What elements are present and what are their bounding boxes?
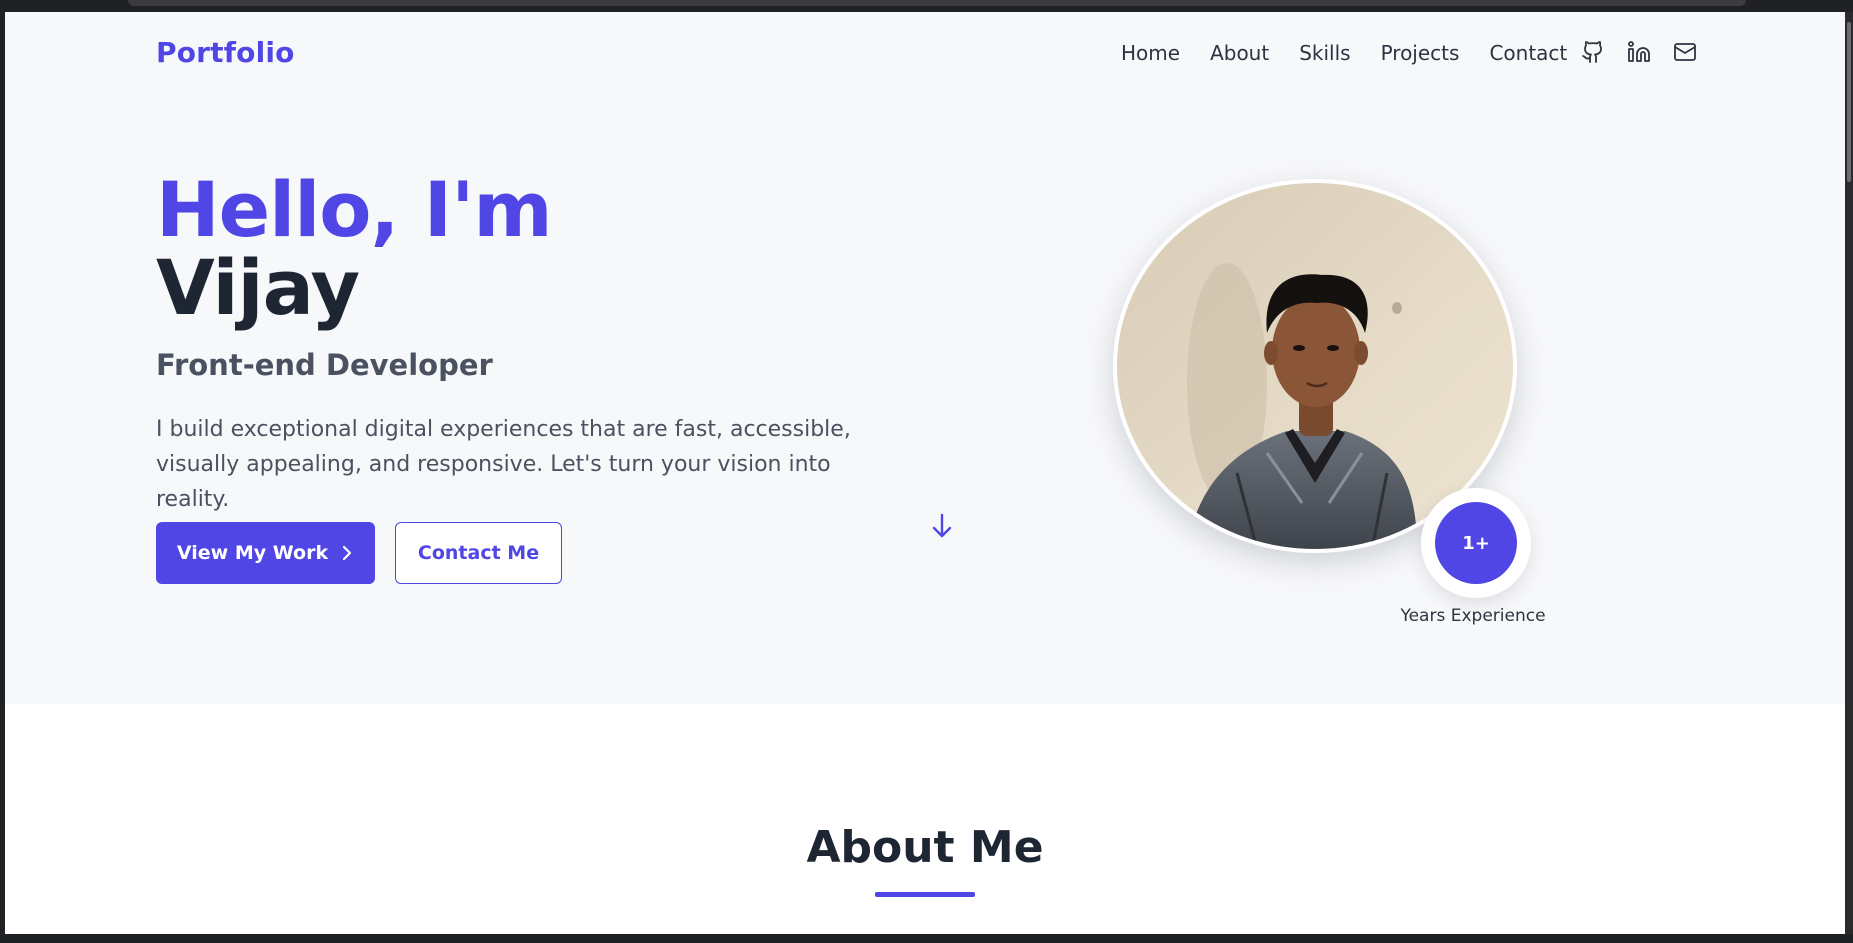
contact-me-button[interactable]: Contact Me: [395, 522, 562, 584]
hero-name: Vijay: [156, 243, 360, 332]
hero-description: I build exceptional digital experiences …: [156, 417, 851, 512]
arrow-down-icon[interactable]: [929, 512, 955, 540]
chevron-right-icon: [342, 545, 352, 561]
view-my-work-label: View My Work: [176, 542, 329, 564]
nav-link-contact[interactable]: Contact: [1489, 41, 1567, 65]
experience-label: Years Experience: [1400, 606, 1546, 626]
nav-link-home[interactable]: Home: [1121, 41, 1180, 65]
scrollbar-thumb[interactable]: [1847, 22, 1851, 182]
nav-link-projects[interactable]: Projects: [1381, 41, 1460, 65]
top-nav: Portfolio Home About Skills Projects Con…: [5, 12, 1845, 92]
linkedin-icon[interactable]: [1625, 38, 1653, 66]
browser-top-edge: [0, 0, 1853, 12]
social-links: [1579, 38, 1699, 66]
hero-role: Front-end Developer: [156, 348, 493, 382]
about-section-title: About Me: [806, 822, 1044, 873]
contact-me-label: Contact Me: [417, 542, 540, 564]
page-scrollbar[interactable]: [1845, 12, 1853, 934]
experience-badge: 1+: [1435, 502, 1517, 584]
site-logo[interactable]: Portfolio: [156, 36, 295, 69]
nav-menu: Home About Skills Projects Contact: [1121, 41, 1567, 65]
nav-link-skills[interactable]: Skills: [1299, 41, 1350, 65]
browser-address-bar-edge: [128, 0, 1746, 6]
hero-section: Portfolio Home About Skills Projects Con…: [5, 12, 1845, 704]
view-my-work-button[interactable]: View My Work: [156, 522, 375, 584]
page-viewport: Portfolio Home About Skills Projects Con…: [5, 12, 1845, 934]
mail-icon[interactable]: [1671, 38, 1699, 66]
hero-greeting: Hello, I'm: [156, 165, 553, 254]
about-title-underline: [875, 892, 975, 897]
nav-link-about[interactable]: About: [1210, 41, 1269, 65]
github-icon[interactable]: [1579, 38, 1607, 66]
